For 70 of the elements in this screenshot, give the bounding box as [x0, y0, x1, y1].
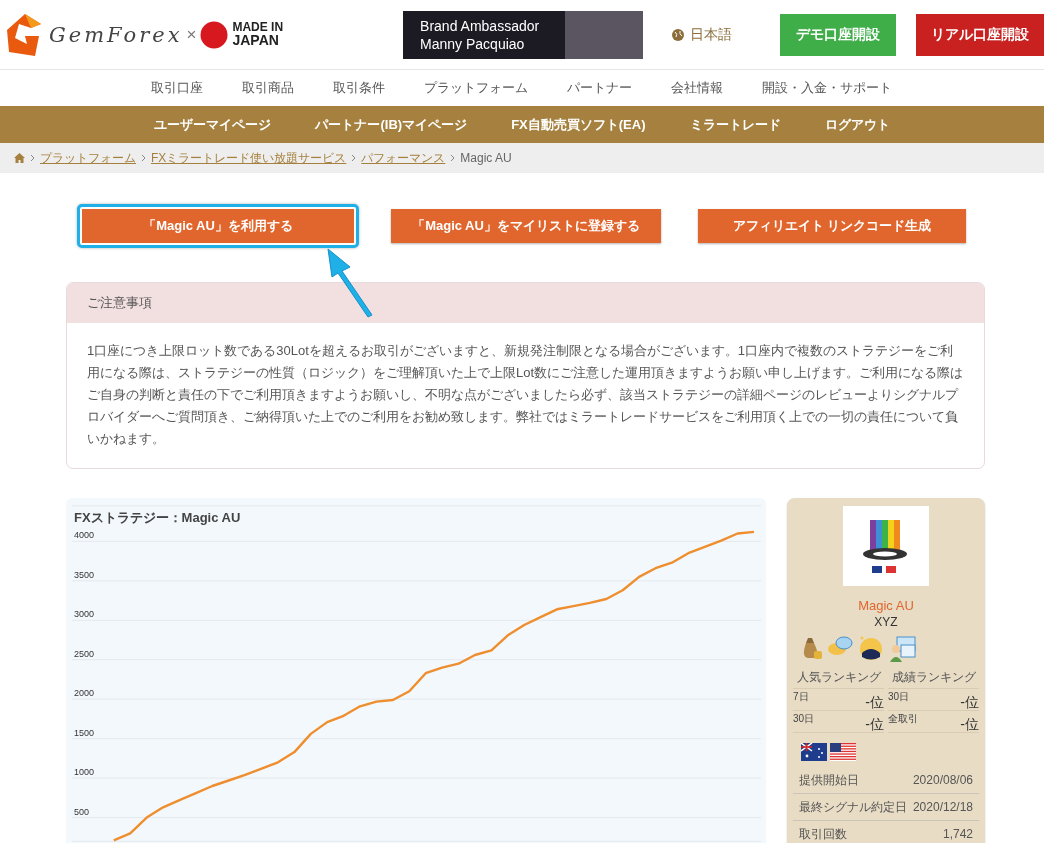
ranking-value: -位 — [960, 715, 979, 734]
member-nav-link[interactable]: ミラートレード — [667, 115, 803, 134]
ambassador-banner[interactable]: Brand Ambassador Manny Pacquiao — [403, 10, 644, 59]
person-chart-icon — [889, 635, 917, 663]
nav-link[interactable]: 取引口座 — [132, 79, 223, 97]
language-link[interactable]: 日本語 — [690, 25, 733, 44]
home-icon[interactable] — [14, 153, 25, 163]
axis-tick-label: 2500 — [74, 648, 95, 659]
detail-value: 2020/08/06 — [912, 773, 973, 787]
provider-name: XYZ — [874, 615, 898, 629]
action-button[interactable]: 「Magic AU」をマイリストに登録する — [391, 209, 661, 243]
ranking-period: 7日 — [793, 690, 809, 704]
ranking-period: 全取引 — [888, 712, 918, 726]
ranking-heading: 成績ランキング — [888, 669, 979, 689]
member-nav-link[interactable]: パートナー(IB)マイページ — [293, 115, 490, 134]
ranking-heading: 人気ランキング — [793, 669, 884, 689]
chevron-icon — [450, 154, 456, 162]
brand-name: GemForex — [49, 22, 183, 47]
ranking-value: -位 — [865, 693, 884, 712]
multiply-sign: × — [186, 24, 197, 45]
nav-link[interactable]: 取引条件 — [314, 79, 405, 97]
detail-value: 1,742 — [942, 827, 973, 841]
notice-title: ご注意事項 — [67, 283, 984, 323]
axis-tick-label: 3500 — [74, 569, 95, 580]
chevron-icon — [351, 154, 357, 162]
nav-link[interactable]: パートナー — [548, 79, 652, 97]
strategy-name[interactable]: Magic AU — [858, 598, 914, 613]
action-button[interactable]: アフィリエイト リンクコード生成 — [698, 209, 966, 243]
notice-text: 1口座につき上限ロット数である30Lotを超えるお取引がございますと、新規発注制限となる場合がございます。1口座内で複数のストラテジーをご利用になる際は、ストラテジーの性質（ロジック）をご理解頂いた上で上限Lot数にご注意した運用頂きますようお願い申し上げます。ご利用になる際はご自身の判断と責任の下でご利用頂きますようお願いし、不明な点がございましたら必ず、該当ストラテジーの詳細ページのレビューよりシグナルプロバイダーへご質問頂き、ご納得頂いた上でのご利用をお勧め致します。弊社ではミラートレードサービスをご利用頂く上での一切の責任について負いかねます。 — [86, 342, 965, 448]
ranking-period: 30日 — [888, 690, 910, 704]
australia-flag-icon — [801, 743, 827, 761]
breadcrumb-link[interactable]: プラットフォーム — [40, 149, 136, 167]
axis-tick-label: 3000 — [74, 609, 95, 620]
axis-tick-label: 4000 — [74, 530, 95, 541]
ranking-value: -位 — [865, 715, 884, 734]
axis-tick-label: 500 — [74, 806, 90, 817]
detail-value: 2020/12/18 — [912, 800, 973, 814]
breadcrumb-current: Magic AU — [460, 151, 512, 165]
axis-tick-label: 2000 — [74, 688, 95, 699]
breadcrumb-link[interactable]: パフォーマンス — [361, 149, 446, 167]
nav-link[interactable]: 会社情報 — [652, 79, 743, 97]
nav-link[interactable]: 取引商品 — [223, 79, 314, 97]
banner-text: Manny Pacquiao — [420, 34, 526, 53]
nav-link[interactable]: プラットフォーム — [405, 79, 548, 97]
japan-text: JAPAN — [232, 33, 280, 48]
nav-link[interactable]: 開設・入金・サポート — [743, 79, 912, 97]
real-account-button[interactable]: リアル口座開設 — [916, 13, 1044, 56]
chat-bubbles-icon — [827, 635, 853, 657]
detail-label: 最終シグナル約定日 — [799, 798, 907, 816]
member-nav-link[interactable]: ログアウト — [802, 115, 912, 134]
chart-title: FXストラテジー：Magic AU — [74, 509, 241, 527]
usa-flag-icon — [830, 743, 856, 761]
logo-mark-icon — [5, 11, 43, 58]
made-in-text: MADE IN — [232, 21, 284, 33]
banner-text: Brand Ambassador — [420, 16, 541, 35]
axis-tick-label: 1500 — [74, 727, 95, 738]
chevron-icon — [141, 154, 146, 162]
member-nav-link[interactable]: ユーザーマイページ — [132, 115, 294, 134]
action-button[interactable]: 「Magic AU」を利用する — [77, 204, 359, 248]
detail-label: 取引回数 — [799, 825, 847, 843]
chevron-icon — [30, 154, 35, 162]
ranking-value: -位 — [960, 693, 979, 712]
ranking-period: 30日 — [793, 712, 815, 726]
member-nav-link[interactable]: FX自動売買ソフト(EA) — [489, 115, 668, 134]
breadcrumb-link[interactable]: FXミラートレード使い放題サービス — [151, 149, 347, 167]
circle-emblem-icon — [200, 20, 229, 49]
demo-account-button[interactable]: デモ口座開設 — [780, 13, 897, 56]
detail-label: 提供開始日 — [799, 771, 859, 789]
axis-tick-label: 1000 — [74, 767, 95, 778]
globe-icon — [672, 28, 685, 41]
